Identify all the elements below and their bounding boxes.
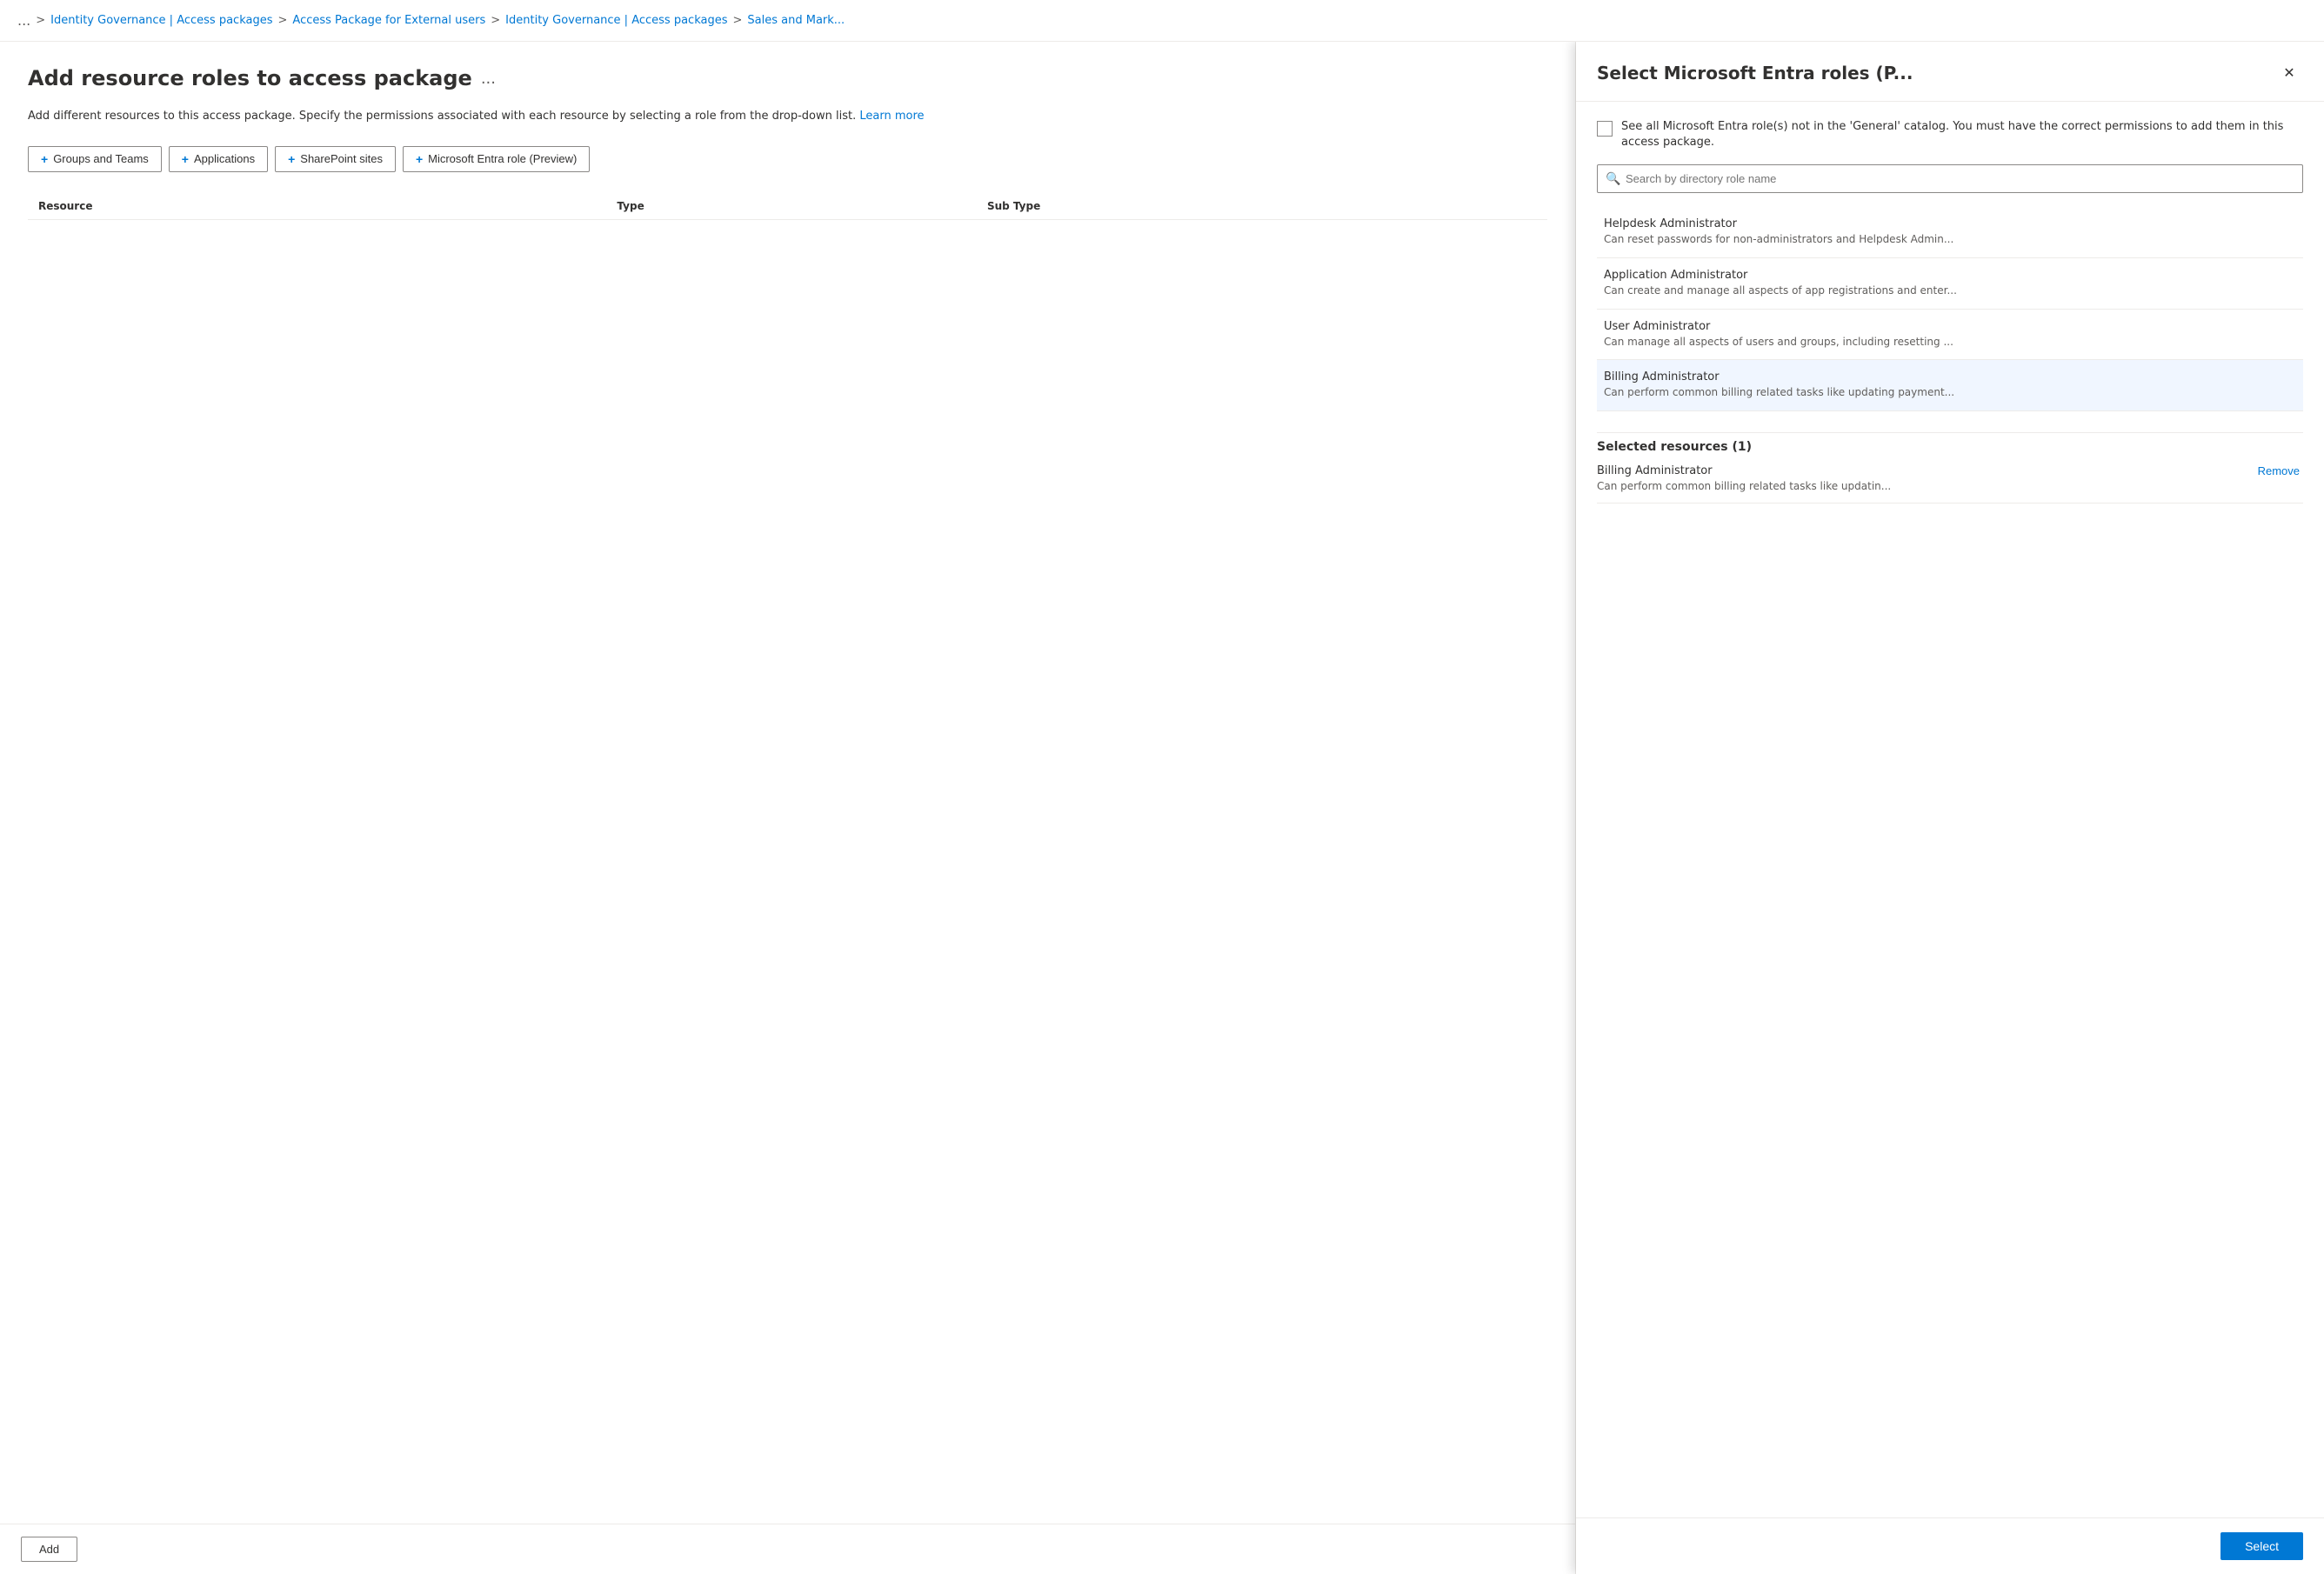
see-all-checkbox-label: See all Microsoft Entra role(s) not in t… <box>1621 119 2303 150</box>
breadcrumb-ellipsis[interactable]: ... <box>17 12 30 29</box>
breadcrumb-sep-0: > <box>36 14 45 27</box>
left-panel: Add resource roles to access package ...… <box>0 42 1576 1574</box>
role-item-app-admin[interactable]: Application Administrator Can create and… <box>1597 258 2303 310</box>
panel-body: See all Microsoft Entra role(s) not in t… <box>1576 102 2324 1517</box>
selected-resource-info: Billing Administrator Can perform common… <box>1597 464 1891 492</box>
plus-icon-entra: + <box>416 152 423 166</box>
selected-resource-item-billing-admin-selected: Billing Administrator Can perform common… <box>1597 454 2303 504</box>
selected-resource-desc: Can perform common billing related tasks… <box>1597 480 1891 492</box>
plus-icon-sharepoint: + <box>288 152 295 166</box>
selected-resources-header: Selected resources (1) <box>1597 432 2303 454</box>
selected-resource-name: Billing Administrator <box>1597 464 1891 477</box>
selected-resources-section: Selected resources (1) Billing Administr… <box>1597 425 2303 504</box>
role-name: Application Administrator <box>1604 269 2296 282</box>
role-desc: Can reset passwords for non-administrato… <box>1604 233 2296 247</box>
title-ellipsis[interactable]: ... <box>481 70 496 88</box>
entra-role-button[interactable]: + Microsoft Entra role (Preview) <box>403 146 590 172</box>
sharepoint-sites-button[interactable]: + SharePoint sites <box>275 146 396 172</box>
role-desc: Can create and manage all aspects of app… <box>1604 284 2296 298</box>
applications-button[interactable]: + Applications <box>169 146 268 172</box>
breadcrumb-sep-3: > <box>733 14 743 27</box>
search-input[interactable] <box>1597 164 2303 193</box>
remove-button[interactable]: Remove <box>2254 464 2303 477</box>
panel-footer: Select <box>1576 1517 2324 1574</box>
resource-table: Resource Type Sub Type <box>28 193 1547 220</box>
see-all-checkbox-row: See all Microsoft Entra role(s) not in t… <box>1597 119 2303 150</box>
page-title-row: Add resource roles to access package ... <box>28 66 1547 90</box>
plus-icon-groups: + <box>41 152 48 166</box>
breadcrumb-link-2[interactable]: Identity Governance | Access packages <box>505 14 727 27</box>
role-name: User Administrator <box>1604 320 2296 333</box>
role-item-user-admin[interactable]: User Administrator Can manage all aspect… <box>1597 310 2303 361</box>
role-name: Helpdesk Administrator <box>1604 217 2296 230</box>
panel-header: Select Microsoft Entra roles (P... ✕ <box>1576 42 2324 102</box>
close-button[interactable]: ✕ <box>2275 59 2303 87</box>
main-layout: Add resource roles to access package ...… <box>0 42 2324 1574</box>
breadcrumb: ... > Identity Governance | Access packa… <box>0 0 2324 42</box>
page-title: Add resource roles to access package <box>28 66 472 90</box>
role-desc: Can perform common billing related tasks… <box>1604 386 2296 400</box>
groups-teams-button[interactable]: + Groups and Teams <box>28 146 162 172</box>
col-resource: Resource <box>28 193 606 220</box>
breadcrumb-link-0[interactable]: Identity Governance | Access packages <box>50 14 272 27</box>
right-panel: Select Microsoft Entra roles (P... ✕ See… <box>1576 42 2324 1574</box>
role-list: Helpdesk Administrator Can reset passwor… <box>1597 207 2303 410</box>
learn-more-link[interactable]: Learn more <box>859 110 924 123</box>
select-button[interactable]: Select <box>2220 1532 2303 1560</box>
add-button[interactable]: Add <box>21 1537 77 1562</box>
groups-teams-label: Groups and Teams <box>53 152 149 165</box>
breadcrumb-sep-1: > <box>278 14 288 27</box>
col-type: Type <box>606 193 977 220</box>
role-item-billing-admin[interactable]: Billing Administrator Can perform common… <box>1597 360 2303 411</box>
see-all-checkbox[interactable] <box>1597 121 1613 137</box>
col-subtype: Sub Type <box>977 193 1547 220</box>
entra-role-label: Microsoft Entra role (Preview) <box>428 152 577 165</box>
toolbar: + Groups and Teams + Applications + Shar… <box>28 146 1547 172</box>
search-container: 🔍 <box>1597 164 2303 193</box>
role-item-helpdesk-admin[interactable]: Helpdesk Administrator Can reset passwor… <box>1597 207 2303 258</box>
selected-resources-list: Billing Administrator Can perform common… <box>1597 454 2303 504</box>
applications-label: Applications <box>194 152 255 165</box>
role-name: Billing Administrator <box>1604 370 2296 383</box>
role-desc: Can manage all aspects of users and grou… <box>1604 336 2296 350</box>
sharepoint-sites-label: SharePoint sites <box>300 152 383 165</box>
page-description: Add different resources to this access p… <box>28 108 1547 125</box>
breadcrumb-sep-2: > <box>491 14 500 27</box>
breadcrumb-link-3[interactable]: Sales and Mark... <box>747 14 845 27</box>
plus-icon-applications: + <box>182 152 189 166</box>
panel-title: Select Microsoft Entra roles (P... <box>1597 63 1913 83</box>
breadcrumb-link-1[interactable]: Access Package for External users <box>292 14 485 27</box>
